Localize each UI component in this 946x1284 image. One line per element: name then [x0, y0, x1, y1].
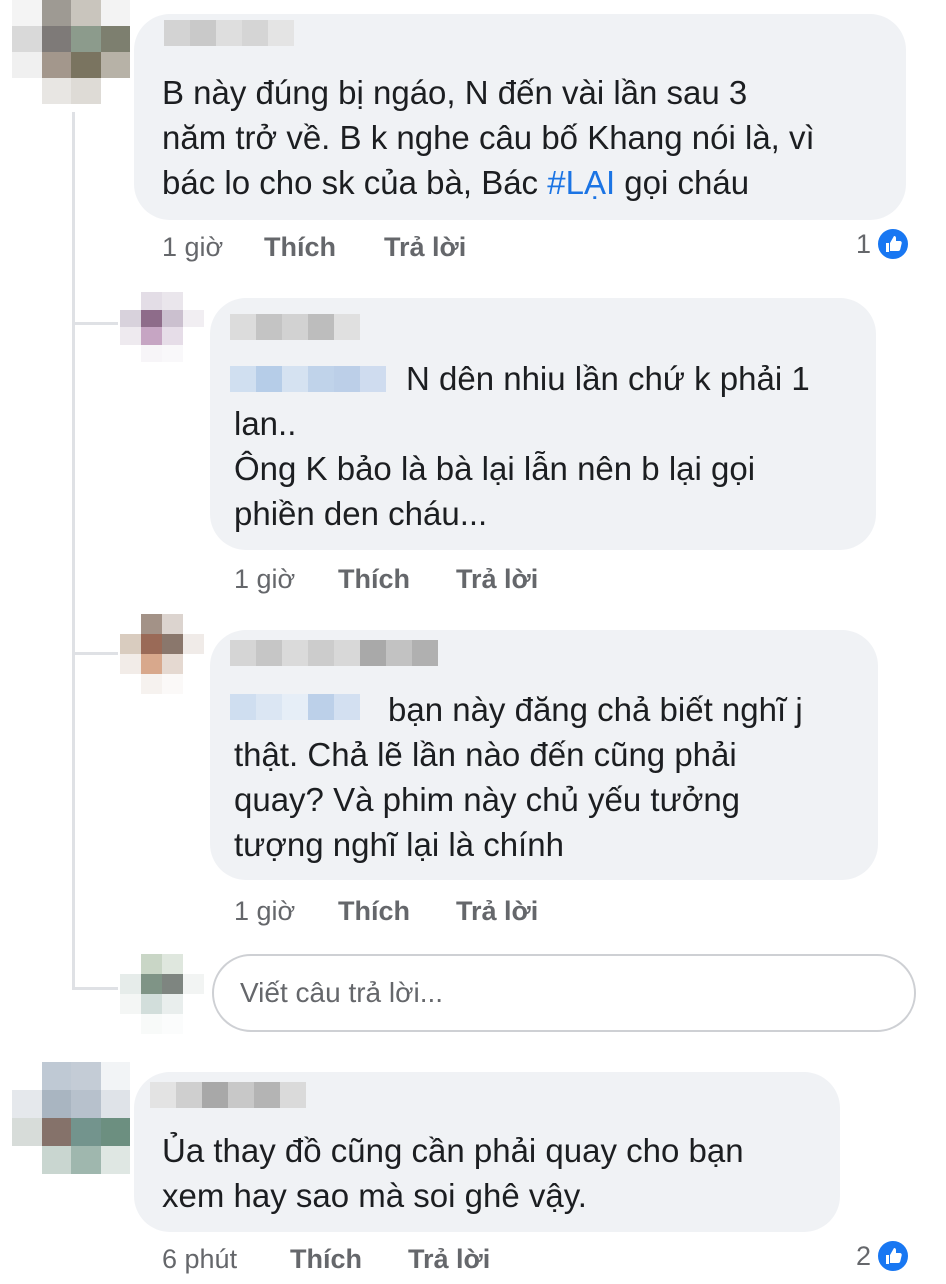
reaction-summary[interactable]: 2: [856, 1238, 912, 1274]
comment-time[interactable]: 1 giờ: [162, 232, 223, 262]
comment-text: Ủa thay đồ cũng cần phải quay cho bạn xe…: [162, 1132, 744, 1214]
thread-line: [72, 112, 75, 987]
avatar[interactable]: [12, 1062, 130, 1174]
avatar[interactable]: [120, 292, 204, 362]
comment-text: thật. Chả lẽ lần nào đến cũng phải quay?…: [234, 736, 741, 863]
like-link[interactable]: Thích: [338, 564, 410, 594]
comment-text: lan.. Ông K bảo là bà lại lẫn nên b lại …: [234, 405, 756, 532]
comment-meta: 1 giờ: [162, 232, 223, 262]
reply-link[interactable]: Trả lời: [408, 1244, 490, 1274]
reply-link[interactable]: Trả lời: [384, 232, 466, 262]
thumbs-up-icon: [875, 1238, 912, 1274]
commenter-name[interactable]: [230, 640, 438, 666]
reply-link[interactable]: Trả lời: [456, 896, 538, 926]
hashtag-link[interactable]: #LẠI: [547, 164, 615, 201]
thread-branch: [72, 652, 118, 655]
commenter-tag[interactable]: [230, 694, 360, 720]
comment-text: B này đúng bị ngáo, N đến vài lần sau 3 …: [162, 74, 815, 201]
commenter-tag[interactable]: [230, 366, 386, 392]
avatar[interactable]: [12, 0, 130, 104]
comment-time[interactable]: 6 phút: [162, 1244, 237, 1274]
reply-link[interactable]: Trả lời: [456, 564, 538, 594]
comment-text-first-line: N dên nhiu lần chứ k phải 1: [406, 360, 810, 397]
reply-input[interactable]: Viết câu trả lời...: [212, 954, 916, 1032]
reaction-count: 1: [856, 228, 872, 259]
thread-branch: [72, 987, 118, 990]
comment-text-first-line: bạn này đăng chả biết nghĩ j: [388, 691, 803, 728]
commenter-name[interactable]: [164, 20, 294, 46]
comment-time[interactable]: 1 giờ: [234, 896, 295, 926]
like-link[interactable]: Thích: [338, 896, 410, 926]
like-link[interactable]: Thích: [264, 232, 336, 262]
thread-branch: [72, 322, 118, 325]
thumbs-up-icon: [875, 226, 912, 262]
commenter-name[interactable]: [150, 1082, 306, 1108]
current-user-avatar: [120, 954, 204, 1034]
comment-time[interactable]: 1 giờ: [234, 564, 295, 594]
avatar[interactable]: [120, 614, 204, 694]
commenter-name[interactable]: [230, 314, 360, 340]
reply-input-placeholder: Viết câu trả lời...: [240, 977, 444, 1008]
like-link[interactable]: Thích: [290, 1244, 362, 1274]
reaction-summary[interactable]: 1: [856, 226, 912, 262]
reaction-count: 2: [856, 1240, 872, 1271]
